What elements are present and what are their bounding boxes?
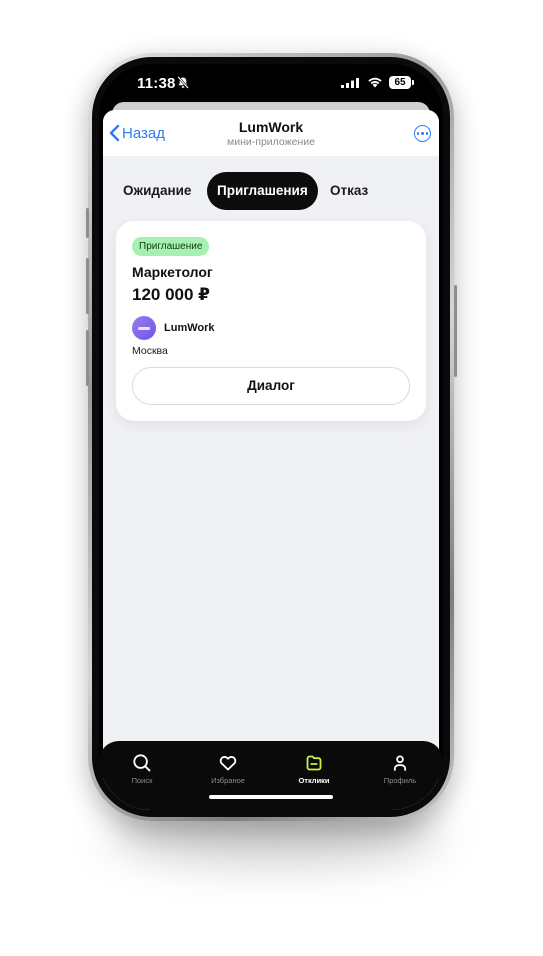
status-badge: Приглашение bbox=[132, 237, 210, 256]
tab-invitations[interactable]: Приглашения bbox=[207, 172, 318, 210]
dialog-button[interactable]: Диалог bbox=[132, 367, 410, 405]
action-button bbox=[86, 208, 89, 238]
wifi-icon bbox=[368, 77, 382, 88]
app-subtitle: мини-приложение bbox=[227, 136, 315, 148]
tabbar-label: Поиск bbox=[131, 776, 153, 785]
profile-icon bbox=[393, 755, 407, 771]
status-time: 11:38 bbox=[137, 75, 176, 92]
mini-app-sheet: Назад LumWork мини-приложение Ожидание П… bbox=[103, 110, 439, 810]
company-name: LumWork bbox=[164, 322, 215, 334]
job-title: Маркетолог bbox=[132, 264, 213, 280]
battery-level: 65 bbox=[389, 76, 411, 89]
status-tabs: Ожидание Приглашения Отказ bbox=[103, 172, 439, 210]
phone-screen: 11:38 65 Назад LumWork мини-приложение О… bbox=[99, 64, 443, 810]
silent-bell-icon bbox=[177, 76, 189, 89]
tab-waiting[interactable]: Ожидание bbox=[123, 172, 191, 210]
tabbar-label: Избраное bbox=[211, 776, 245, 785]
tabbar-item-responses[interactable]: Отклики bbox=[284, 753, 344, 785]
tabbar-label: Профиль bbox=[383, 776, 417, 785]
volume-down-button bbox=[86, 330, 89, 386]
company-logo bbox=[132, 316, 156, 340]
home-indicator bbox=[209, 795, 333, 799]
app-title: LumWork bbox=[238, 119, 304, 135]
job-city: Москва bbox=[132, 345, 168, 357]
volume-up-button bbox=[86, 258, 89, 314]
job-card[interactable]: Приглашение Маркетолог 120 000 ₽ LumWork… bbox=[116, 221, 426, 421]
more-options-icon[interactable] bbox=[414, 125, 431, 142]
cellular-signal-icon bbox=[341, 78, 359, 88]
heart-icon bbox=[219, 756, 237, 771]
tabbar-item-search[interactable]: Поиск bbox=[112, 753, 172, 785]
navigation-bar: Назад LumWork мини-приложение bbox=[103, 110, 439, 156]
power-button bbox=[454, 285, 457, 377]
tabbar-item-profile[interactable]: Профиль bbox=[370, 753, 430, 785]
search-icon bbox=[133, 754, 151, 772]
responses-icon bbox=[306, 755, 322, 771]
tabbar-label: Отклики bbox=[298, 776, 330, 785]
battery-icon bbox=[412, 80, 414, 85]
tab-rejected[interactable]: Отказ bbox=[330, 172, 368, 210]
tabbar-item-favorites[interactable]: Избраное bbox=[198, 753, 258, 785]
job-salary: 120 000 ₽ bbox=[132, 285, 211, 304]
bottom-tab-bar: Поиск Избраное Отклики Профиль bbox=[99, 741, 443, 810]
